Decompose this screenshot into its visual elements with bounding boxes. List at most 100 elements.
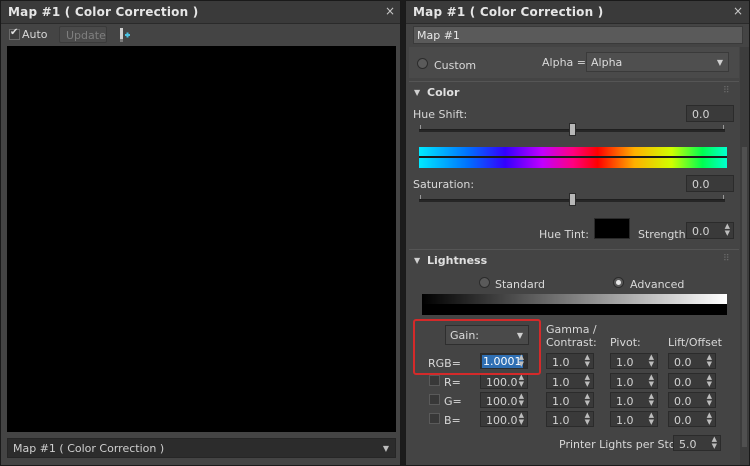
update-button[interactable]: Update (59, 26, 107, 43)
b-channel-checkbox[interactable] (429, 413, 440, 424)
hue-shift-field[interactable]: 0.0 (686, 105, 734, 122)
saturation-value: 0.0 (692, 178, 710, 191)
spinner-arrows-icon[interactable]: ▲ ▼ (649, 393, 654, 407)
scrollbar-thumb[interactable] (742, 147, 747, 447)
b-gain-value: 100.0 (486, 414, 518, 427)
g-gamma-field[interactable]: 1.0 ▲ ▼ (546, 392, 594, 408)
rgb-pivot-field[interactable]: 1.0 ▲ ▼ (610, 353, 658, 369)
strength-field[interactable]: 0.0 ▲ ▼ (686, 222, 734, 239)
g-gain-value: 100.0 (486, 395, 518, 408)
rgb-pivot-value: 1.0 (616, 356, 634, 369)
map-name-field[interactable]: Map #1 (413, 26, 743, 44)
spinner-arrows-icon[interactable]: ▲ ▼ (725, 223, 730, 237)
r-gain-value: 100.0 (486, 376, 518, 389)
advanced-label: Advanced (630, 278, 685, 291)
r-gamma-field[interactable]: 1.0 ▲ ▼ (546, 373, 594, 389)
b-lift-value: 0.0 (674, 414, 692, 427)
printer-lights-value: 5.0 (679, 438, 697, 451)
hue-spectrum-bar (419, 147, 727, 168)
printer-lights-field[interactable]: 5.0 ▲ ▼ (673, 435, 721, 451)
spectrum-divider (419, 156, 727, 158)
lift-offset-header: Lift/Offset (668, 336, 722, 349)
color-section-title[interactable]: Color (427, 86, 459, 99)
standard-radio[interactable] (479, 277, 490, 288)
r-pivot-field[interactable]: 1.0 ▲ ▼ (610, 373, 658, 389)
spinner-arrows-icon[interactable]: ▲ ▼ (707, 374, 712, 388)
checkmark-icon: ✔ (10, 27, 19, 38)
spinner-arrows-icon[interactable]: ▲ ▼ (649, 412, 654, 426)
rgb-lift-field[interactable]: 0.0 ▲ ▼ (668, 353, 716, 369)
strength-label: Strength: (638, 228, 690, 241)
g-pivot-field[interactable]: 1.0 ▲ ▼ (610, 392, 658, 408)
collapse-arrow-icon[interactable]: ▼ (414, 88, 420, 97)
b-pivot-value: 1.0 (616, 414, 634, 427)
spinner-arrows-icon[interactable]: ▲ ▼ (585, 412, 590, 426)
map-name-value: Map #1 (417, 29, 460, 42)
r-gamma-value: 1.0 (552, 376, 570, 389)
rollout-grip-icon[interactable]: ⠿ (723, 254, 730, 264)
spinner-arrows-icon[interactable]: ▲ ▼ (707, 412, 712, 426)
slider-tick-left (420, 125, 421, 129)
rgb-lift-value: 0.0 (674, 356, 692, 369)
b-gain-field[interactable]: 100.0 ▲ ▼ (480, 411, 528, 427)
spinner-arrows-icon[interactable]: ▲ ▼ (519, 412, 524, 426)
right-close-icon[interactable]: × (731, 4, 745, 18)
scrollbar-track[interactable] (740, 47, 749, 465)
hue-tint-swatch[interactable] (594, 218, 630, 239)
g-lift-field[interactable]: 0.0 ▲ ▼ (668, 392, 716, 408)
right-title-bar[interactable]: Map #1 ( Color Correction ) × (406, 1, 749, 24)
strength-value: 0.0 (692, 225, 710, 238)
gamma-contrast-header: Gamma / Contrast: (546, 323, 597, 349)
left-close-icon[interactable]: × (383, 4, 397, 18)
g-pivot-value: 1.0 (616, 395, 634, 408)
left-title-bar[interactable]: Map #1 ( Color Correction ) × (1, 1, 400, 24)
material-select-dropdown[interactable]: Map #1 ( Color Correction ) ▼ (7, 438, 396, 458)
b-gamma-value: 1.0 (552, 414, 570, 427)
hue-shift-slider-thumb[interactable] (569, 123, 576, 136)
b-pivot-field[interactable]: 1.0 ▲ ▼ (610, 411, 658, 427)
spinner-arrows-icon[interactable]: ▲ ▼ (712, 436, 717, 450)
lightness-section-title[interactable]: Lightness (427, 254, 487, 267)
saturation-field[interactable]: 0.0 (686, 175, 734, 192)
alpha-dropdown[interactable]: Alpha ▼ (586, 52, 729, 72)
r-gain-field[interactable]: 100.0 ▲ ▼ (480, 373, 528, 389)
r-lift-field[interactable]: 0.0 ▲ ▼ (668, 373, 716, 389)
rgb-gamma-value: 1.0 (552, 356, 570, 369)
auto-checkbox[interactable]: ✔ (9, 27, 20, 40)
g-row-label: G= (444, 395, 462, 408)
custom-radio[interactable] (417, 58, 428, 69)
r-channel-checkbox[interactable] (429, 375, 440, 386)
spinner-arrows-icon[interactable]: ▲ ▼ (585, 354, 590, 368)
g-gain-field[interactable]: 100.0 ▲ ▼ (480, 392, 528, 408)
advanced-radio[interactable] (613, 277, 624, 288)
slider-tick-left (420, 195, 421, 199)
collapse-arrow-icon[interactable]: ▼ (414, 256, 420, 265)
custom-label: Custom (434, 59, 477, 72)
highlight-annotation-box (413, 319, 541, 375)
left-window-title: Map #1 ( Color Correction ) (8, 5, 199, 19)
gradient-divider (422, 304, 727, 315)
g-channel-checkbox[interactable] (429, 394, 440, 405)
spinner-arrows-icon[interactable]: ▲ ▼ (519, 393, 524, 407)
rollout-grip-icon[interactable]: ⠿ (723, 86, 730, 96)
printer-lights-label: Printer Lights per Stop (559, 438, 683, 451)
b-gamma-field[interactable]: 1.0 ▲ ▼ (546, 411, 594, 427)
rgb-gamma-field[interactable]: 1.0 ▲ ▼ (546, 353, 594, 369)
spinner-arrows-icon[interactable]: ▲ ▼ (707, 393, 712, 407)
spinner-arrows-icon[interactable]: ▲ ▼ (649, 354, 654, 368)
pick-tool-icon[interactable] (118, 27, 132, 43)
spinner-arrows-icon[interactable]: ▲ ▼ (585, 393, 590, 407)
chevron-down-icon: ▼ (382, 444, 389, 453)
spinner-arrows-icon[interactable]: ▲ ▼ (707, 354, 712, 368)
g-gamma-value: 1.0 (552, 395, 570, 408)
spinner-arrows-icon[interactable]: ▲ ▼ (585, 374, 590, 388)
b-lift-field[interactable]: 0.0 ▲ ▼ (668, 411, 716, 427)
material-select-value: Map #1 ( Color Correction ) (13, 442, 165, 455)
r-row-label: R= (444, 376, 461, 389)
spinner-arrows-icon[interactable]: ▲ ▼ (649, 374, 654, 388)
spinner-arrows-icon[interactable]: ▲ ▼ (519, 374, 524, 388)
saturation-label: Saturation: (413, 178, 475, 191)
right-window-title: Map #1 ( Color Correction ) (413, 5, 604, 19)
saturation-slider-thumb[interactable] (569, 193, 576, 206)
left-preview-window: Map #1 ( Color Correction ) × ✔ Auto Upd… (0, 0, 401, 466)
